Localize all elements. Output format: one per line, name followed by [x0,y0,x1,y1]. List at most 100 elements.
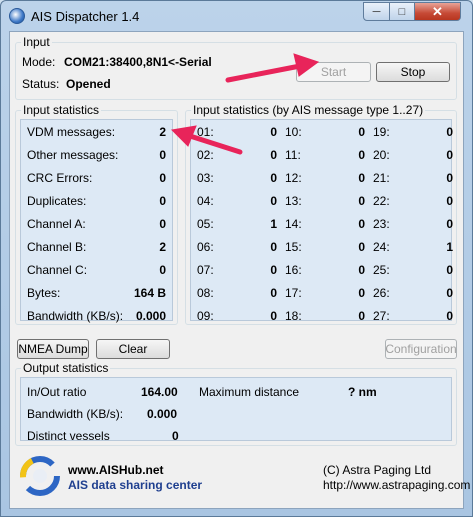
title-bar[interactable]: AIS Dispatcher 1.4 ─ □ ✕ [1,1,472,31]
distinct-vessels-value: 0 [172,429,179,443]
type-stat-label: 24: [373,240,390,254]
type-stat-label: 03: [197,171,214,185]
input-stat-row: CRC Errors: 0 [21,167,172,190]
input-stats-title: Input statistics [21,103,102,117]
output-stats-title: Output statistics [21,361,111,375]
maximize-button[interactable]: □ [389,2,415,21]
input-stat-row: VDM messages: 2 [21,121,172,144]
type-stat-value: 0 [270,286,277,300]
input-stat-row: Other messages: 0 [21,144,172,167]
type-stat-value: 0 [270,171,277,185]
clear-button[interactable]: Clear [96,339,170,359]
type-stat-value: 1 [270,217,277,231]
status-value: Opened [66,77,111,91]
type-stat-cell: 01: 0 [197,121,277,144]
input-stat-row: Bytes: 164 B [21,282,172,305]
minimize-button[interactable]: ─ [363,2,390,21]
type-stats-group: Input statistics (by AIS message type 1.… [185,103,457,328]
type-stat-label: 16: [285,263,302,277]
type-stat-cell: 23: 0 [373,213,453,236]
type-stat-value: 0 [446,286,453,300]
input-stat-label: Duplicates: [27,194,87,208]
type-stat-value: 0 [270,263,277,277]
input-stat-row: Channel C: 0 [21,259,172,282]
configuration-button[interactable]: Configuration [385,339,457,359]
type-stat-label: 26: [373,286,390,300]
output-stats-group: Output statistics In/Out ratio 164.00 Ba… [15,361,457,446]
input-stat-value: 164 B [133,286,166,300]
input-group: Input Mode: COM21:38400,8N1<-Serial Stat… [15,35,457,100]
type-stat-label: 13: [285,194,302,208]
type-stat-value: 0 [358,171,365,185]
type-stat-value: 0 [270,240,277,254]
input-stat-row: Channel B: 2 [21,236,172,259]
output-stats-panel: In/Out ratio 164.00 Bandwidth (KB/s): 0.… [20,377,452,443]
type-stat-value: 0 [446,194,453,208]
max-distance-label: Maximum distance [199,385,300,399]
type-stat-label: 18: [285,309,302,323]
footer-copyright: (C) Astra Paging Ltd [323,463,432,477]
type-stat-label: 09: [197,309,214,323]
input-stat-label: Bandwidth (KB/s): [27,309,124,323]
nmea-dump-button[interactable]: NMEA Dump [17,339,89,359]
type-stat-cell: 02: 0 [197,144,277,167]
input-stat-value: 2 [159,240,166,254]
aishub-logo-icon [20,456,60,496]
type-stat-label: 06: [197,240,214,254]
close-button[interactable]: ✕ [414,2,461,21]
type-stat-value: 0 [358,286,365,300]
type-stat-label: 20: [373,148,390,162]
type-stat-cell: 09: 0 [197,305,277,328]
type-stat-cell: 12: 0 [285,167,365,190]
type-stat-label: 22: [373,194,390,208]
type-stat-label: 10: [285,125,302,139]
type-stat-value: 0 [358,240,365,254]
type-stat-value: 0 [270,194,277,208]
type-stat-value: 0 [446,309,453,323]
distinct-vessels-label: Distinct vessels [27,429,110,443]
type-stat-value: 0 [358,125,365,139]
input-stat-label: VDM messages: [27,125,116,139]
type-stat-label: 11: [285,148,301,162]
max-distance-value: ? nm [348,385,377,399]
type-stat-value: 0 [358,309,365,323]
type-stat-cell: 10: 0 [285,121,365,144]
type-stat-cell: 05: 1 [197,213,277,236]
type-stat-value: 1 [446,240,453,254]
type-stat-cell: 15: 0 [285,236,365,259]
footer-url[interactable]: http://www.astrapaging.com [323,478,470,492]
input-stat-label: Channel B: [27,240,87,254]
start-button[interactable]: Start [296,62,371,82]
type-stat-cell: 27: 0 [373,305,453,328]
input-stat-value: 0 [159,194,166,208]
type-stats-title: Input statistics (by AIS message type 1.… [191,103,426,117]
input-stat-label: Bytes: [27,286,61,300]
footer-tagline: AIS data sharing center [68,478,203,492]
footer-site: www.AISHub.net [68,463,164,477]
type-stat-cell: 08: 0 [197,282,277,305]
input-stat-value: 0 [159,171,166,185]
stop-button[interactable]: Stop [376,62,450,82]
input-stat-row: Duplicates: 0 [21,190,172,213]
input-group-title: Input [21,35,52,49]
input-stat-row: Channel A: 0 [21,213,172,236]
type-stat-label: 21: [373,171,390,185]
client-area: Input Mode: COM21:38400,8N1<-Serial Stat… [9,31,470,509]
type-stat-cell: 04: 0 [197,190,277,213]
type-stat-label: 19: [373,125,390,139]
type-stat-value: 0 [270,125,277,139]
type-stat-label: 23: [373,217,390,231]
type-stat-label: 12: [285,171,302,185]
type-stat-label: 01: [197,125,214,139]
type-stat-value: 0 [446,125,453,139]
type-stat-label: 25: [373,263,390,277]
app-window: AIS Dispatcher 1.4 ─ □ ✕ Input Mode: COM… [0,0,473,517]
type-stat-cell: 18: 0 [285,305,365,328]
input-stat-value: 2 [159,125,166,139]
inout-ratio-label: In/Out ratio [27,385,87,399]
type-stat-value: 0 [446,217,453,231]
type-stat-value: 0 [446,148,453,162]
input-stats-panel: VDM messages: 2 Other messages: 0 CRC Errors… [20,119,173,323]
type-stat-label: 02: [197,148,214,162]
out-bandwidth-label: Bandwidth (KB/s): [27,407,124,421]
